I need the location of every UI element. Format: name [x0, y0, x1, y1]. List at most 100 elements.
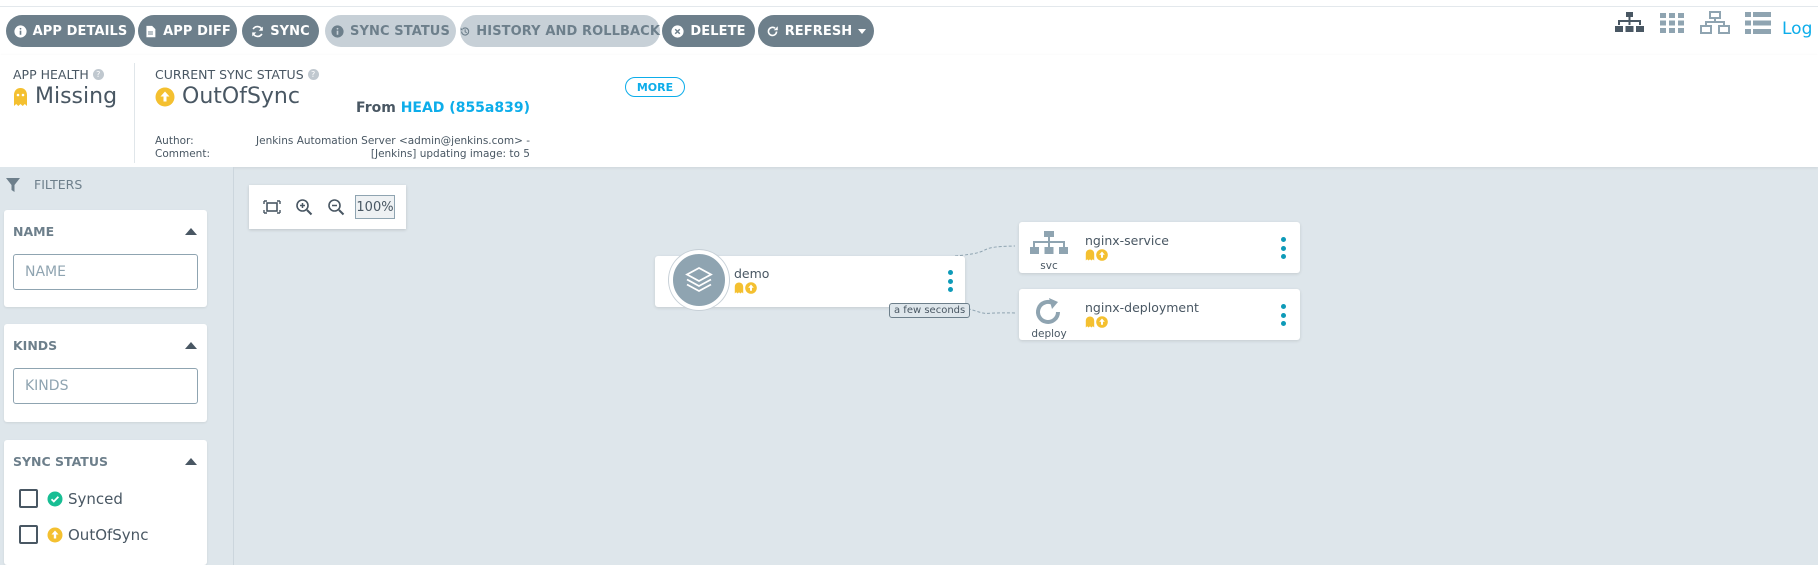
top-border [0, 0, 1818, 7]
chevron-down-icon [858, 28, 867, 34]
arrow-circle-up-icon [1096, 316, 1108, 328]
comment-key: Comment: [155, 148, 210, 160]
list-view-icon[interactable] [1743, 11, 1773, 35]
layers-icon [685, 266, 713, 293]
outofsync-checkbox[interactable] [19, 525, 38, 544]
author-value: Jenkins Automation Server <admin@jenkins… [256, 135, 530, 147]
help-icon[interactable]: ? [307, 69, 319, 80]
pods-view-icon[interactable] [1657, 11, 1687, 35]
arrow-circle-up-icon [1096, 249, 1108, 261]
fit-screen-icon[interactable] [263, 198, 281, 216]
synced-checkbox[interactable] [19, 489, 38, 508]
filters-sidebar: FILTERS NAME KINDS SYNC STATUS Synced Ou… [0, 167, 234, 565]
delete-button[interactable]: DELETE [662, 15, 755, 47]
caret-up-icon[interactable] [185, 458, 197, 465]
app-node-name: demo [734, 266, 770, 281]
ghost-icon [1085, 249, 1095, 261]
caret-up-icon[interactable] [185, 228, 197, 235]
app-health-label: APP HEALTH [13, 67, 89, 82]
resource-name: nginx-service [1085, 233, 1169, 248]
sync-status-title: CURRENT SYNC STATUS [155, 67, 304, 82]
app-node-circle[interactable] [669, 250, 729, 310]
name-filter-title: NAME [13, 224, 55, 239]
times-circle-icon [671, 24, 684, 38]
more-button[interactable]: MORE [625, 77, 685, 97]
sync-icon [252, 25, 263, 37]
app-diff-button[interactable]: APP DIFF [138, 15, 237, 47]
app-status-panel: APP HEALTH ? Missing CURRENT SYNC STATUS… [0, 55, 1818, 167]
revision-link[interactable]: HEAD (855a839) [401, 100, 530, 116]
service-icon [1030, 231, 1068, 254]
network-view-icon[interactable] [1700, 11, 1730, 35]
resource-name: nginx-deployment [1085, 300, 1199, 315]
ghost-icon [14, 87, 27, 106]
sync-button[interactable]: SYNC [242, 15, 319, 47]
commit-meta: Author: Jenkins Automation Server <admin… [155, 135, 530, 161]
arrow-circle-up-icon [745, 282, 757, 294]
filters-label: FILTERS [34, 177, 83, 192]
app-diff-label: APP DIFF [163, 23, 231, 39]
app-details-label: APP DETAILS [32, 23, 128, 39]
ghost-icon [734, 282, 744, 294]
panel-divider [134, 63, 135, 163]
zoom-in-icon[interactable] [295, 198, 313, 216]
synced-label: Synced [68, 489, 123, 508]
filter-option-outofsync[interactable]: OutOfSync [19, 525, 148, 544]
comment-value: [Jenkins] updating image: to 5 [370, 148, 530, 160]
check-circle-icon [47, 491, 63, 506]
zoom-level[interactable]: 100% [355, 195, 395, 219]
deployment-icon [1036, 298, 1060, 324]
resource-graph[interactable]: 100% demo a few seconds svc nginx-servic… [235, 167, 1818, 565]
help-icon[interactable]: ? [92, 69, 104, 80]
resource-node-nginx-deployment[interactable]: deploy nginx-deployment [1019, 289, 1300, 340]
filters-header[interactable]: FILTERS [6, 177, 82, 192]
arrow-circle-up-icon [155, 87, 175, 106]
info-circle-icon [331, 24, 344, 38]
info-circle-icon [13, 24, 27, 38]
resource-badges [1085, 249, 1108, 261]
sync-status-label: SYNC STATUS [350, 23, 450, 39]
name-filter-input[interactable] [13, 254, 198, 290]
kinds-filter: KINDS [4, 324, 207, 422]
current-sync-status: CURRENT SYNC STATUS ? OutOfSync MORE Fro… [155, 67, 685, 160]
from-prefix: From [356, 100, 396, 116]
app-node-badges [734, 282, 757, 294]
sync-status-filter: SYNC STATUS Synced OutOfSync [4, 440, 207, 565]
zoom-out-icon[interactable] [327, 198, 345, 216]
app-health: APP HEALTH ? Missing [13, 67, 117, 109]
history-rollback-button[interactable]: HISTORY AND ROLLBACK [460, 15, 660, 47]
app-health-status: Missing [35, 84, 118, 109]
kinds-filter-input[interactable] [13, 368, 198, 404]
resource-node-nginx-service[interactable]: svc nginx-service [1019, 222, 1300, 273]
resource-menu-icon[interactable] [1281, 237, 1287, 259]
filter-option-synced[interactable]: Synced [19, 489, 123, 508]
sync-status-filter-title: SYNC STATUS [13, 454, 108, 469]
age-label: a few seconds [889, 303, 971, 318]
tree-view-icon[interactable] [1614, 11, 1644, 35]
zoom-controls: 100% [249, 185, 406, 229]
resource-kind-label: deploy [1031, 328, 1067, 340]
caret-up-icon[interactable] [185, 342, 197, 349]
sync-status-button[interactable]: SYNC STATUS [325, 15, 456, 47]
delete-label: DELETE [690, 23, 746, 39]
redo-icon [767, 25, 778, 36]
app-node-menu-icon[interactable] [948, 270, 954, 292]
kinds-filter-title: KINDS [13, 338, 58, 353]
sync-label: SYNC [270, 23, 310, 39]
author-key: Author: [155, 135, 194, 147]
filter-icon [6, 177, 20, 192]
refresh-button[interactable]: REFRESH [758, 15, 874, 47]
refresh-label: REFRESH [784, 23, 853, 39]
ghost-icon [1085, 316, 1095, 328]
resource-badges [1085, 316, 1108, 328]
history-icon [460, 26, 470, 36]
resource-kind-label: svc [1040, 260, 1058, 272]
app-details-button[interactable]: APP DETAILS [6, 15, 135, 47]
resource-menu-icon[interactable] [1281, 304, 1287, 326]
outofsync-label: OutOfSync [68, 525, 149, 544]
logout-link[interactable]: Log out [1782, 19, 1818, 39]
sync-status-value: OutOfSync [182, 84, 300, 109]
history-rollback-label: HISTORY AND ROLLBACK [476, 23, 660, 39]
file-icon [146, 25, 156, 37]
app-toolbar: APP DETAILS APP DIFF SYNC SYNC STATUS HI… [0, 7, 1818, 55]
